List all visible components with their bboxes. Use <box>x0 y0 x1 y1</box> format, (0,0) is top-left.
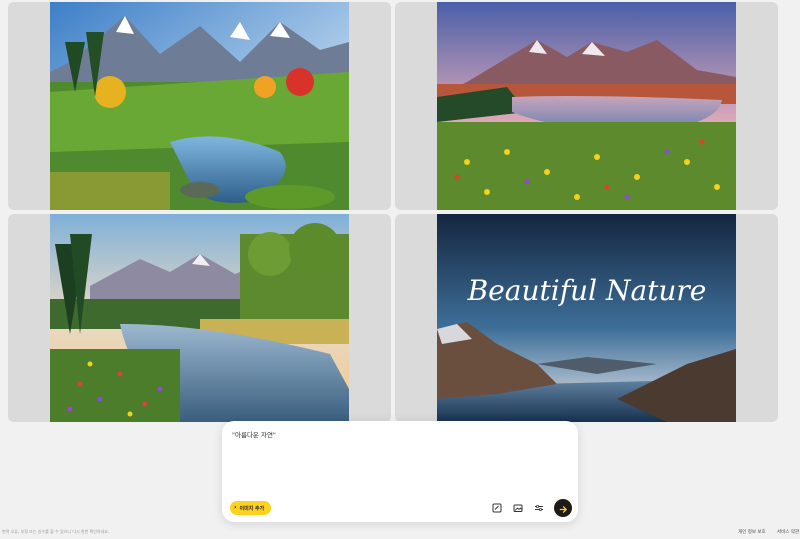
generated-image-1[interactable] <box>50 2 349 210</box>
prompt-composer[interactable]: "아름다운 자연" › 이미지 추가 <box>222 421 578 522</box>
footer-disclaimer: 번역 오류, 부정 또는 실수를 할 수 있으니 다시 한번 확인하세요. <box>2 529 110 534</box>
image-tile-1[interactable] <box>8 2 391 210</box>
aspect-ratio-icon[interactable] <box>491 502 503 514</box>
generated-image-4[interactable]: Beautiful Nature <box>437 214 736 422</box>
privacy-link[interactable]: 개인 정보 보호 <box>738 529 766 535</box>
terms-link[interactable]: 서비스 약관 <box>777 529 799 535</box>
image-tile-2[interactable] <box>395 2 778 210</box>
prompt-input[interactable]: "아름다운 자연" <box>232 429 276 439</box>
generated-image-2[interactable] <box>437 2 736 210</box>
image-overlay-text: Beautiful Nature <box>467 274 707 307</box>
chevron-right-icon: › <box>234 504 237 511</box>
settings-sliders-icon[interactable] <box>533 502 545 514</box>
add-image-label: 이미지 추가 <box>239 505 265 512</box>
generated-image-3[interactable] <box>50 214 349 422</box>
image-tile-3[interactable] <box>8 214 391 422</box>
add-image-button[interactable]: › 이미지 추가 <box>230 501 272 515</box>
send-button[interactable] <box>554 499 572 517</box>
arrow-right-icon <box>559 499 568 518</box>
image-style-icon[interactable] <box>512 502 524 514</box>
image-tile-4[interactable]: Beautiful Nature <box>395 214 778 422</box>
